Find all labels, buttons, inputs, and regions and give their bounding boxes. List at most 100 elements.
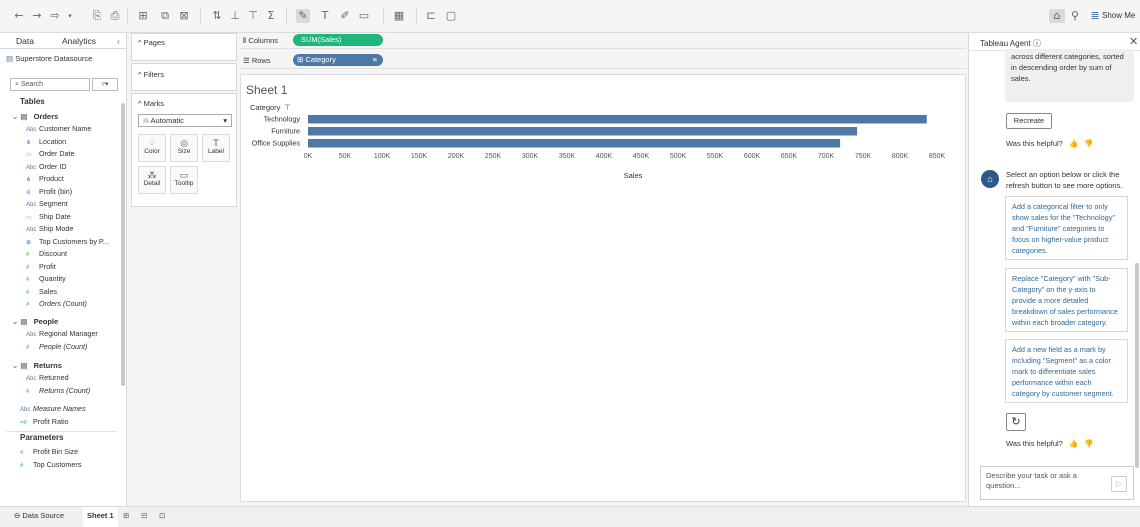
data-pane-scrollbar[interactable] [121,103,125,386]
totals-icon[interactable]: Σ [264,9,278,23]
swap-rows-columns-icon[interactable]: ⇅ [210,9,224,23]
category-label[interactable]: Office Supplies [252,139,301,148]
forward-arrow-icon[interactable]: → [30,9,44,23]
bar[interactable] [308,127,858,136]
agent-icon[interactable]: ⌂ [1049,9,1065,23]
table-orders-label: Orders [33,112,59,121]
thumbs-up-icon[interactable]: 👍 [1069,439,1078,448]
new-worksheet-tab-icon[interactable]: ⊞ [123,511,129,520]
table-returns[interactable]: ⌄ ▤ Returns [12,360,62,372]
new-worksheet-icon[interactable]: ⊞ [136,9,150,23]
field-item[interactable]: ⋔ Product [26,173,64,185]
bar[interactable] [308,139,841,148]
mark-type-dropdown[interactable]: ılı Automatic ▾ [138,114,232,127]
field-item[interactable]: # People (Count) [26,341,87,353]
thumbs-down-icon[interactable]: 👎 [1084,439,1093,448]
field-item[interactable]: Abc Customer Name [26,123,91,135]
rows-pill-category[interactable]: ⊞ Category ≡ [293,54,383,66]
pin-icon[interactable]: ⚲ [1068,9,1082,23]
filters-card[interactable]: ^ Filters [131,63,237,91]
field-item[interactable]: =# Profit Ratio [20,416,69,428]
info-icon[interactable]: ⓘ [1033,39,1041,48]
field-item[interactable]: ⋔ Location [26,136,66,148]
field-item[interactable]: # Returns (Count) [26,385,90,397]
fit-icon[interactable]: ▭ [357,9,371,23]
field-label: Top Customers [33,460,82,469]
field-item[interactable]: # Quantity [26,273,66,285]
field-item[interactable]: Abc Returned [26,372,69,384]
field-type-icon: =# [20,420,27,426]
presentation-icon[interactable]: ▦ [392,9,406,23]
table-people[interactable]: ⌄ ▤ People [12,316,58,328]
field-item[interactable]: # Profit Bin Size [20,446,78,458]
field-item[interactable]: # Profit [26,261,56,273]
field-item[interactable]: # Sales [26,286,57,298]
close-icon[interactable]: ✕ [1129,35,1138,48]
field-item[interactable]: ▭ Ship Date [26,211,71,223]
x-tick-label: 300K [522,153,539,160]
columns-pill-sum-sales[interactable]: SUM(Sales) [293,34,383,46]
tab-data-source[interactable]: ⊖ Data Source [14,511,64,520]
suggestion-card-3[interactable]: Add a new field as a mark by including "… [1005,339,1128,403]
field-item[interactable]: # Orders (Count) [26,298,87,310]
tooltip-icon[interactable]: ⊏ [424,9,438,23]
columns-shelf[interactable]: ⦀ Columns SUM(Sales) [240,33,966,49]
category-label[interactable]: Furniture [271,127,300,136]
mark-color-button[interactable]: ⁘ Color [138,134,166,162]
recreate-button[interactable]: Recreate [1006,113,1052,129]
field-label: Returns (Count) [39,386,91,395]
datasource-item[interactable]: ▤ Superstore Datasource [6,54,92,63]
suggestion-card-1[interactable]: Add a categorical filter to only show sa… [1005,196,1128,260]
new-story-tab-icon[interactable]: ⊡ [159,511,165,520]
mark-label-button[interactable]: T Label [202,134,230,162]
search-input[interactable]: ⌕ Search [10,78,90,91]
refresh-button[interactable]: ↻ [1006,413,1026,431]
suggestion-card-2[interactable]: Replace "Category" with "Sub-Category" o… [1005,268,1128,332]
mark-size-button[interactable]: ◎ Size [170,134,198,162]
agent-scrollbar[interactable] [1135,263,1139,468]
redo-icon[interactable]: ⇨ [48,9,62,23]
field-item[interactable]: Abc Order ID [26,161,67,173]
tab-sheet-1[interactable]: Sheet 1 [83,507,118,527]
thumbs-up-icon[interactable]: 👍 [1069,139,1078,148]
field-item[interactable]: ılı Profit (bin) [26,186,72,198]
format-icon[interactable]: ✐ [338,9,352,23]
filter-fields-button[interactable]: ▿▾ [92,78,118,91]
back-arrow-icon[interactable]: ← [12,9,26,23]
rows-shelf[interactable]: ☰ Rows ⊞ Category ≡ [240,53,966,69]
bar[interactable] [308,115,927,124]
field-item[interactable]: Abc Measure Names [20,403,86,415]
field-item[interactable]: ▭ Order Date [26,148,75,160]
row-header-sort-icon[interactable]: ⊤ [284,103,291,112]
field-item[interactable]: Abc Segment [26,198,68,210]
highlight-icon[interactable]: ✎ [296,9,310,23]
save-icon[interactable]: ⎘ [90,9,104,23]
category-label[interactable]: Technology [264,115,301,124]
new-datasource-icon[interactable]: ⎙ [108,9,122,23]
comment-icon[interactable]: ▢ [444,9,458,23]
field-item[interactable]: # Discount [26,248,67,260]
clear-sheet-icon[interactable]: ⊠ [177,9,191,23]
agent-prompt-input[interactable]: Describe your task or ask a question... … [980,466,1134,500]
redo-dropdown-icon[interactable]: ▾ [63,9,77,23]
send-icon[interactable]: ▷ [1111,476,1127,492]
mark-tooltip-button[interactable]: ▭ Tooltip [170,166,198,194]
field-item[interactable]: # Top Customers [20,459,81,471]
field-item[interactable]: ⊕ Top Customers by P... [26,236,109,248]
sort-ascending-icon[interactable]: ⊥ [228,9,242,23]
mark-detail-button[interactable]: ⁂ Detail [138,166,166,194]
table-orders[interactable]: ⌄ ▤ Orders [12,111,58,123]
labels-icon[interactable]: T [318,9,332,23]
duplicate-sheet-icon[interactable]: ⧉ [158,9,172,23]
pages-card[interactable]: ^ Pages [131,33,237,61]
thumbs-down-icon[interactable]: 👎 [1084,139,1093,148]
show-me-icon[interactable]: ≣ [1088,9,1102,23]
tab-data[interactable]: Data [16,36,34,46]
tab-analytics[interactable]: Analytics [62,36,96,46]
sort-descending-icon[interactable]: ⊤ [246,9,260,23]
show-me-label[interactable]: Show Me [1102,11,1135,20]
collapse-pane-icon[interactable]: ‹ [117,36,120,46]
new-dashboard-tab-icon[interactable]: ⊟ [141,511,147,520]
field-item[interactable]: Abc Ship Mode [26,223,73,235]
field-item[interactable]: Abc Regional Manager [26,328,98,340]
